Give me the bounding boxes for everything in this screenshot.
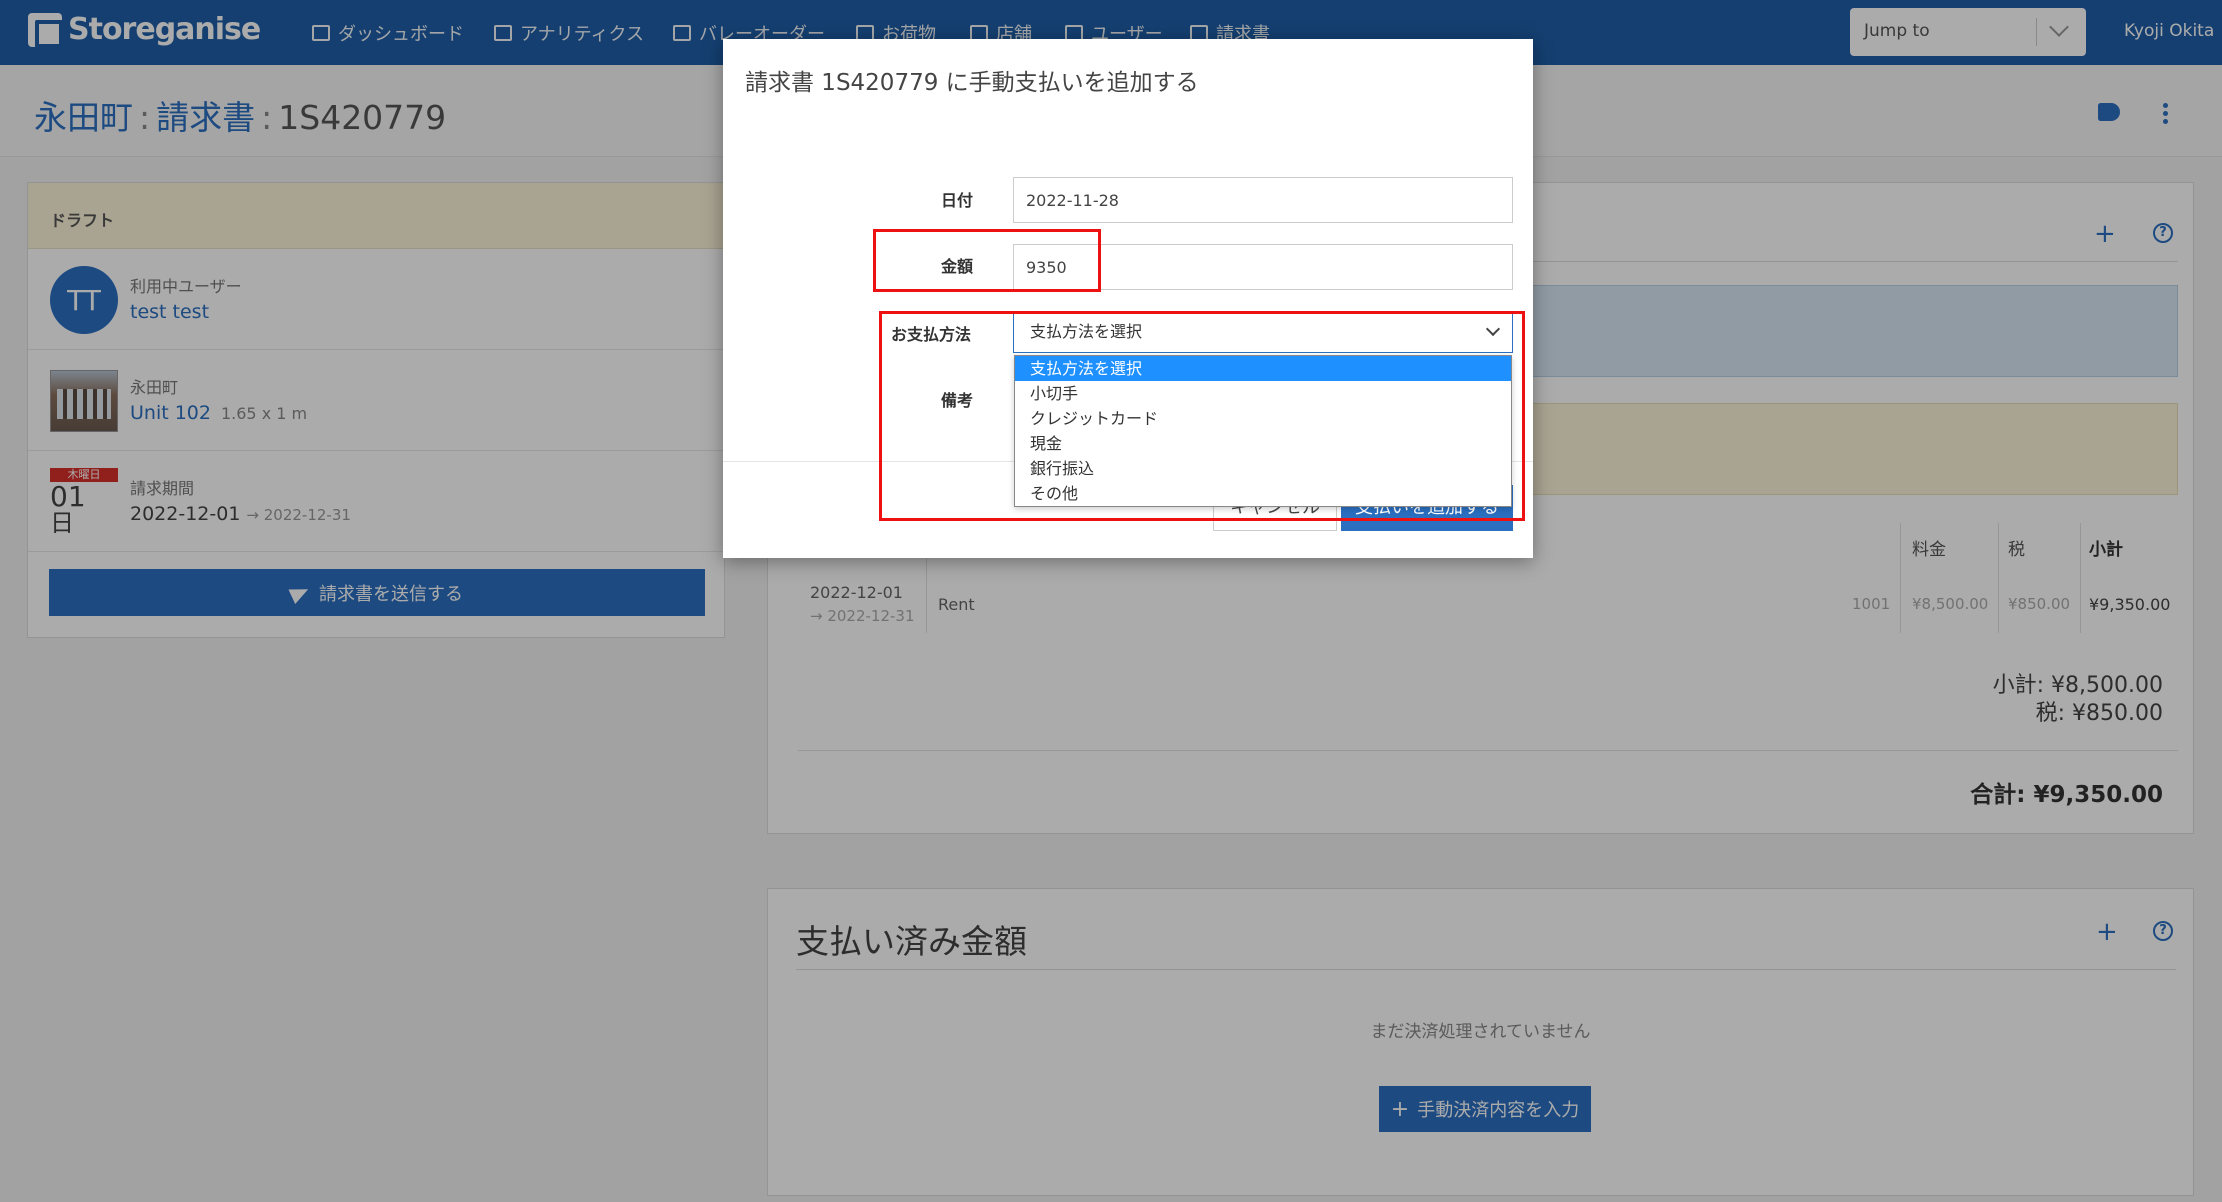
date-label: 日付 <box>941 191 974 210</box>
annotation-box-method <box>879 311 1525 521</box>
annotation-box-amount <box>873 229 1101 292</box>
date-input[interactable] <box>1013 177 1513 223</box>
add-payment-modal: 請求書 1S420779 に手動支払いを追加する 日付 金額 お支払方法 支払方… <box>723 39 1533 558</box>
modal-title: 請求書 1S420779 に手動支払いを追加する <box>745 70 1199 96</box>
